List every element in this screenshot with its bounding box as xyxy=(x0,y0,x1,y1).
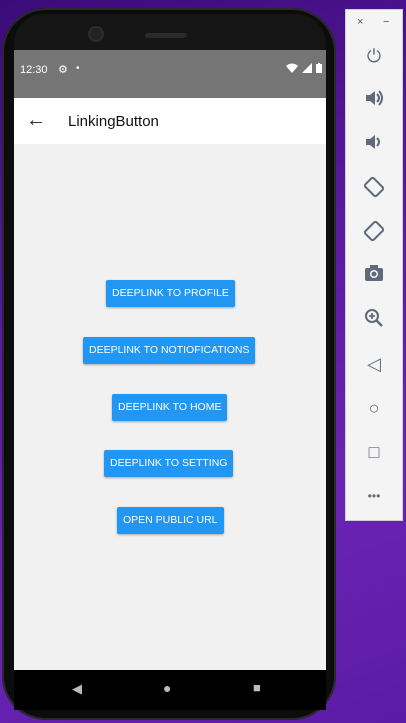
app-bar: ← LinkingButton xyxy=(14,98,326,144)
nav-home-icon[interactable]: ● xyxy=(163,680,171,696)
status-icons xyxy=(285,63,322,76)
signal-icon xyxy=(301,63,312,73)
deeplink-home-button[interactable]: DEEPLINK TO HOME xyxy=(112,394,228,421)
more-options-icon[interactable]: ••• xyxy=(362,484,386,508)
open-public-url-button[interactable]: OPEN PUBLIC URL xyxy=(117,507,224,534)
device-screen: 12:30 ⚙ • ← LinkingButton DEEPLINK TO PR… xyxy=(14,50,326,670)
settings-icon: ⚙ xyxy=(58,64,68,76)
nav-recents-icon[interactable]: ■ xyxy=(253,680,261,695)
deeplink-setting-button[interactable]: DEEPLINK TO SETTING xyxy=(104,450,234,477)
close-icon[interactable]: × xyxy=(357,16,363,28)
page-title: LinkingButton xyxy=(68,113,159,130)
notification-dot-icon: • xyxy=(76,63,80,74)
battery-icon xyxy=(316,63,322,73)
camera-icon[interactable] xyxy=(362,264,386,288)
earpiece-speaker xyxy=(145,33,187,38)
front-camera xyxy=(90,28,102,40)
volume-down-icon[interactable] xyxy=(362,132,386,156)
power-icon[interactable]: ⏻ xyxy=(362,44,386,68)
volume-up-icon[interactable] xyxy=(362,88,386,112)
back-arrow-icon[interactable]: ← xyxy=(24,108,48,132)
deeplink-notifications-button[interactable]: DEEPLINK TO NOTIOFICATIONS xyxy=(83,337,256,364)
status-bar: 12:30 ⚙ • xyxy=(14,50,326,98)
back-icon[interactable]: ◁ xyxy=(362,352,386,376)
emulator-toolbar: × − ⏻ ◁ ○ □ ••• xyxy=(345,9,403,521)
rotate-left-icon[interactable] xyxy=(362,176,386,200)
rotate-right-icon[interactable] xyxy=(362,220,386,244)
nav-back-icon[interactable]: ◀ xyxy=(72,681,82,697)
minimize-icon[interactable]: − xyxy=(383,16,389,28)
navigation-bar: ◀ ● ■ xyxy=(14,670,326,710)
home-icon[interactable]: ○ xyxy=(362,396,386,420)
deeplink-profile-button[interactable]: DEEPLINK TO PROFILE xyxy=(106,280,235,307)
status-time: 12:30 xyxy=(20,64,48,76)
zoom-icon[interactable] xyxy=(362,308,386,332)
phone-top-bezel xyxy=(14,14,326,50)
wifi-icon xyxy=(285,63,298,73)
overview-icon[interactable]: □ xyxy=(362,440,386,464)
button-list: DEEPLINK TO PROFILE DEEPLINK TO NOTIOFIC… xyxy=(14,144,326,670)
